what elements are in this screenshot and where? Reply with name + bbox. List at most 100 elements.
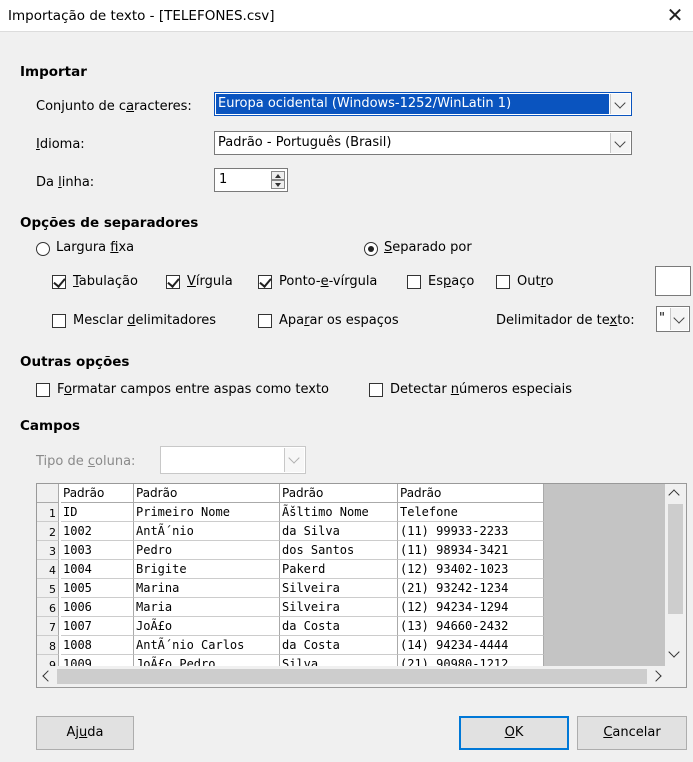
table-cell: (14) 94234-4444 (398, 636, 544, 655)
column-header[interactable]: Padrão (398, 484, 544, 503)
section-separadores: Opções de separadores (20, 215, 199, 231)
charset-dropdown-button[interactable] (610, 94, 630, 114)
table-cell: ID (61, 503, 134, 522)
fields-grid[interactable]: Padrão Padrão Padrão Padrão 1 ID Primeir… (36, 483, 687, 688)
table-cell: Silveira (280, 598, 398, 617)
table-cell: 1003 (61, 541, 134, 560)
chevron-down-icon (614, 97, 626, 109)
cancelar-button[interactable]: Cancelar (577, 716, 687, 750)
ponto-virgula-checkbox[interactable] (258, 275, 272, 289)
virgula-label[interactable]: Vírgula (187, 274, 233, 289)
table-cell: Ãšltimo Nome (280, 503, 398, 522)
horizontal-scrollbar[interactable] (37, 666, 686, 687)
largura-fixa-radio[interactable] (36, 242, 50, 256)
tabulacao-label[interactable]: Tabulação (73, 274, 138, 289)
idioma-dropdown-button[interactable] (610, 133, 630, 153)
table-cell: 1008 (61, 636, 134, 655)
table-cell: 1005 (61, 579, 134, 598)
scroll-up-icon[interactable] (668, 489, 680, 501)
tipo-coluna-label: Tipo de coluna: (36, 454, 136, 469)
separado-por-radio[interactable] (364, 242, 378, 256)
delimitador-dropdown-button[interactable] (670, 308, 688, 330)
mesclar-checkbox[interactable] (52, 314, 66, 328)
charset-value: Europa ocidental (Windows-1252/WinLatin … (218, 96, 512, 111)
table-cell: Pedro (134, 541, 280, 560)
linha-label: Da linha: (36, 175, 95, 190)
largura-fixa-label[interactable]: Largura fixa (56, 240, 134, 255)
close-icon[interactable]: ✕ (663, 3, 687, 27)
tipo-coluna-dropdown-button[interactable] (284, 448, 304, 472)
linha-value: 1 (219, 172, 228, 187)
table-cell: da Costa (280, 617, 398, 636)
aparar-label[interactable]: Aparar os espaços (279, 313, 399, 328)
row-number: 7 (37, 617, 59, 636)
section-importar: Importar (20, 64, 87, 80)
table-cell: da Silva (280, 522, 398, 541)
espaco-label[interactable]: Espaço (428, 274, 474, 289)
table-cell: 1007 (61, 617, 134, 636)
row-number: 6 (37, 598, 59, 617)
chevron-down-icon (673, 312, 685, 324)
delimitador-select[interactable]: " (656, 306, 690, 332)
chevron-down-icon (288, 452, 300, 464)
table-cell: AntÃ´nio (134, 522, 280, 541)
table-cell: 1004 (61, 560, 134, 579)
table-cell: 1006 (61, 598, 134, 617)
row-number: 5 (37, 579, 59, 598)
ponto-virgula-label[interactable]: Ponto-e-vírgula (279, 274, 377, 289)
grid-content: Padrão Padrão Padrão Padrão 1 ID Primeir… (37, 484, 667, 668)
column-header[interactable]: Padrão (134, 484, 280, 503)
virgula-checkbox[interactable] (166, 275, 180, 289)
tipo-coluna-select[interactable] (160, 446, 306, 474)
scroll-right-icon[interactable] (650, 670, 662, 682)
table-cell: (12) 93402-1023 (398, 560, 544, 579)
grid-empty-area (544, 484, 667, 668)
ajuda-button[interactable]: Ajuda (36, 716, 134, 750)
outro-label[interactable]: Outro (517, 274, 554, 289)
row-number: 3 (37, 541, 59, 560)
ok-button[interactable]: OK (459, 716, 569, 750)
column-header[interactable]: Padrão (61, 484, 134, 503)
outro-input[interactable] (655, 266, 691, 296)
horizontal-scroll-thumb[interactable] (57, 669, 647, 684)
table-cell: da Costa (280, 636, 398, 655)
scroll-left-icon[interactable] (42, 670, 54, 682)
spin-down-button[interactable] (271, 180, 285, 189)
formatar-label[interactable]: Formatar campos entre aspas como texto (57, 382, 329, 397)
delimitador-label: Delimitador de texto: (496, 313, 635, 328)
idioma-label: Idioma: (36, 137, 85, 152)
chevron-down-icon (614, 136, 626, 148)
table-cell: Telefone (398, 503, 544, 522)
column-header[interactable]: Padrão (280, 484, 398, 503)
vertical-scrollbar[interactable] (665, 484, 686, 668)
mesclar-label[interactable]: Mesclar delimitadores (73, 313, 216, 328)
table-cell: Marina (134, 579, 280, 598)
scroll-down-icon[interactable] (668, 646, 680, 658)
tabulacao-checkbox[interactable] (52, 275, 66, 289)
spin-up-button[interactable] (271, 171, 285, 180)
arrow-up-icon (275, 174, 281, 178)
vertical-scroll-thumb[interactable] (668, 504, 683, 614)
table-cell: Silveira (280, 579, 398, 598)
table-cell: 1002 (61, 522, 134, 541)
table-cell: (13) 94660-2432 (398, 617, 544, 636)
delimitador-value: " (659, 311, 665, 326)
outro-checkbox[interactable] (496, 275, 510, 289)
section-outras: Outras opções (20, 354, 130, 370)
linha-spinner[interactable]: 1 (214, 168, 288, 192)
table-cell: AntÃ´nio Carlos (134, 636, 280, 655)
table-cell: (11) 98934-3421 (398, 541, 544, 560)
espaco-checkbox[interactable] (407, 275, 421, 289)
formatar-checkbox[interactable] (36, 383, 50, 397)
separado-por-label[interactable]: Separado por (384, 240, 472, 255)
table-cell: (12) 94234-1294 (398, 598, 544, 617)
table-cell: Brigite (134, 560, 280, 579)
table-cell: Maria (134, 598, 280, 617)
detectar-label[interactable]: Detectar números especiais (390, 382, 572, 397)
table-cell: (21) 93242-1234 (398, 579, 544, 598)
charset-label: Conjunto de caracteres: (36, 99, 192, 114)
idioma-select[interactable]: Padrão - Português (Brasil) (214, 131, 632, 155)
detectar-checkbox[interactable] (369, 383, 383, 397)
aparar-checkbox[interactable] (258, 314, 272, 328)
charset-select[interactable]: Europa ocidental (Windows-1252/WinLatin … (214, 92, 632, 116)
